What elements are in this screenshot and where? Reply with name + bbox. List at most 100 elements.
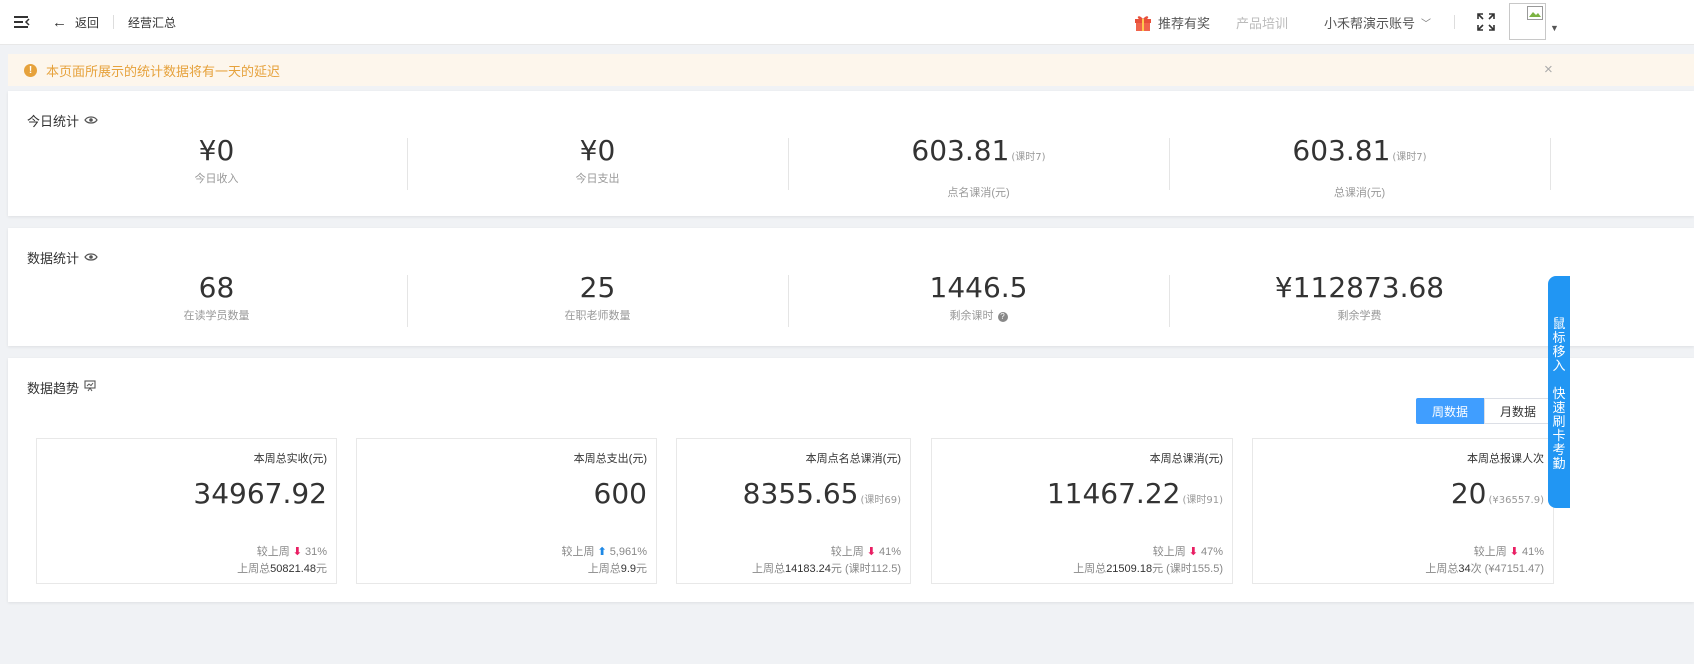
close-icon[interactable]: × xyxy=(1544,62,1553,77)
back-button[interactable]: ← 返回 xyxy=(52,0,99,44)
last-label: 上周总 xyxy=(752,563,785,575)
stat-label: 今日收入 xyxy=(194,173,239,185)
stat-value: 1446.5 xyxy=(929,271,1028,304)
month-data-button[interactable]: 月数据 xyxy=(1484,398,1552,424)
week-data-button[interactable]: 周数据 xyxy=(1416,398,1484,424)
box-value: 600 xyxy=(593,477,647,510)
box-compare: 较上周 ⬇ 31% xyxy=(257,543,327,559)
reward-link[interactable]: 推荐有奖 xyxy=(1134,0,1210,44)
last-label: 上周总 xyxy=(587,563,621,575)
stat-suffix: (课时7) xyxy=(1011,152,1046,163)
stats-title-text: 数据统计 xyxy=(27,251,80,266)
menu-fold-icon[interactable] xyxy=(14,0,30,44)
stat-value: ¥0 xyxy=(198,134,235,167)
divider xyxy=(113,15,114,29)
data-trend-card: 数据趋势 周数据 月数据 本周总实收(元) 34967.92 较上周 ⬇ 31% 上… xyxy=(8,358,1694,602)
trend-box-rollcall: 本周点名总课消(元) 8355.65 (课时69) 较上周 ⬇ 41% 上周总1418… xyxy=(676,438,911,584)
box-value-suffix: (课时69) xyxy=(860,495,901,506)
stat-remaining-hours: 1446.5 剩余课时? xyxy=(788,272,1169,323)
stat-today-expense: ¥0 今日支出 xyxy=(407,135,788,186)
box-compare: 较上周 ⬆ 5,961% xyxy=(561,543,647,559)
compare-pct: 41% xyxy=(878,546,901,558)
last-value: 34 xyxy=(1458,563,1471,575)
compare-label: 较上周 xyxy=(1473,546,1507,558)
box-last-week: 上周总50821.48元 xyxy=(237,560,327,576)
box-compare: 较上周 ⬇ 41% xyxy=(1474,543,1544,559)
trend-box-expense: 本周总支出(元) 600 较上周 ⬆ 5,961% 上周总9.9元 xyxy=(356,438,657,584)
stat-value: 603.81 xyxy=(1292,134,1391,167)
tab-char: 勤 xyxy=(1552,456,1566,471)
stat-label: 今日支出 xyxy=(575,173,620,185)
stat-today-total: 603.81 (课时7) 总课消(元) xyxy=(1169,135,1550,200)
last-unit: 元 xyxy=(316,563,327,575)
arrow-up-icon: ⬆ xyxy=(597,546,607,558)
chevron-down-icon: ﹀ xyxy=(1421,18,1432,30)
last-value: 9.9 xyxy=(620,563,636,575)
data-stats-card: 数据统计 68 在读学员数量 25 在职老师数量 1446.5 剩余课时? ¥1… xyxy=(8,228,1694,346)
tab-char: 刷 xyxy=(1552,414,1566,429)
box-value: 11467.22 xyxy=(1046,477,1181,510)
gift-icon xyxy=(1134,14,1152,31)
back-label: 返回 xyxy=(75,15,100,30)
stat-value: 603.81 xyxy=(911,134,1010,167)
stat-value: 25 xyxy=(579,271,616,304)
caret-down-icon[interactable]: ▼ xyxy=(1550,6,1559,50)
trend-box-enroll: 本周总报课人次 20 (¥36557.9) 较上周 ⬇ 41% 上周总34次 (¥47… xyxy=(1252,438,1554,584)
box-compare: 较上周 ⬇ 41% xyxy=(831,543,901,559)
stat-today-income: ¥0 今日收入 xyxy=(26,135,407,186)
last-value: 21509.18 xyxy=(1106,563,1153,575)
period-toggle: 周数据 月数据 xyxy=(1416,398,1552,424)
avatar[interactable] xyxy=(1509,3,1546,40)
trend-box-total: 本周总课消(元) 11467.22 (课时91) 较上周 ⬇ 47% 上周总21509… xyxy=(931,438,1233,584)
tab-char: 速 xyxy=(1552,400,1566,415)
arrow-left-icon: ← xyxy=(52,13,67,31)
chart-board-icon xyxy=(84,380,96,395)
last-label: 上周总 xyxy=(1073,563,1107,575)
box-last-week: 上周总34次 (¥47151.47) xyxy=(1425,560,1544,576)
compare-pct: 41% xyxy=(1521,546,1544,558)
account-dropdown[interactable]: 小禾帮演示账号 ﹀ xyxy=(1324,0,1431,44)
tab-char: 鼠 xyxy=(1552,316,1566,331)
training-link[interactable]: 产品培训 xyxy=(1236,0,1288,44)
box-last-week: 上周总21509.18元 (课时155.5) xyxy=(1073,560,1223,576)
divider xyxy=(1454,15,1455,29)
eye-icon[interactable] xyxy=(84,113,98,128)
delay-notice: ! 本页面所展示的统计数据将有一天的延迟 × xyxy=(8,54,1694,86)
box-title: 本周总课消(元) xyxy=(1149,453,1223,465)
tab-char: 入 xyxy=(1552,358,1566,373)
stats-title: 数据统计 xyxy=(27,248,98,267)
arrow-down-icon: ⬇ xyxy=(1509,546,1519,558)
arrow-down-icon: ⬇ xyxy=(292,546,302,558)
tab-char: 移 xyxy=(1552,344,1566,359)
box-value-suffix: (课时91) xyxy=(1182,495,1223,506)
arrow-down-icon: ⬇ xyxy=(1188,546,1198,558)
stat-value: ¥112873.68 xyxy=(1274,271,1445,304)
last-extra: (课时112.5) xyxy=(844,563,901,575)
stat-students: 68 在读学员数量 xyxy=(26,272,407,323)
last-unit: 元 xyxy=(636,563,647,575)
box-last-week: 上周总9.9元 xyxy=(588,560,647,576)
compare-pct: 47% xyxy=(1200,546,1223,558)
stat-label: 点名课消(元) xyxy=(947,187,1010,199)
help-icon[interactable]: ? xyxy=(997,312,1008,322)
box-title: 本周点名总课消(元) xyxy=(805,453,901,465)
today-title: 今日统计 xyxy=(27,111,98,130)
stat-suffix: (课时7) xyxy=(1392,152,1427,163)
box-compare: 较上周 ⬇ 47% xyxy=(1153,543,1223,559)
box-title: 本周总报课人次 xyxy=(1467,453,1544,465)
quick-attendance-tab[interactable]: 鼠 标 移 入 快 速 刷 卡 考 勤 xyxy=(1548,276,1570,508)
last-unit: 次 xyxy=(1470,563,1482,575)
box-title: 本周总实收(元) xyxy=(253,453,327,465)
last-unit: 元 xyxy=(830,563,842,575)
arrow-down-icon: ⬇ xyxy=(866,546,876,558)
today-stats-card: 今日统计 ¥0 今日收入 ¥0 今日支出 603.81 (课时7) 点名课消(元)… xyxy=(8,91,1694,216)
breadcrumb: 经营汇总 xyxy=(128,15,177,30)
stat-label-wrap: 剩余课时? xyxy=(788,307,1169,323)
tab-char: 快 xyxy=(1552,386,1566,401)
fullscreen-icon[interactable] xyxy=(1477,0,1495,44)
today-title-text: 今日统计 xyxy=(27,114,80,129)
eye-icon[interactable] xyxy=(84,250,98,265)
box-last-week: 上周总14183.24元 (课时112.5) xyxy=(752,560,901,576)
top-bar: ← 返回 经营汇总 推荐有奖 产品培训 小禾帮演示账号 ﹀ ▼ xyxy=(0,0,1694,45)
stat-teachers: 25 在职老师数量 xyxy=(407,272,788,323)
